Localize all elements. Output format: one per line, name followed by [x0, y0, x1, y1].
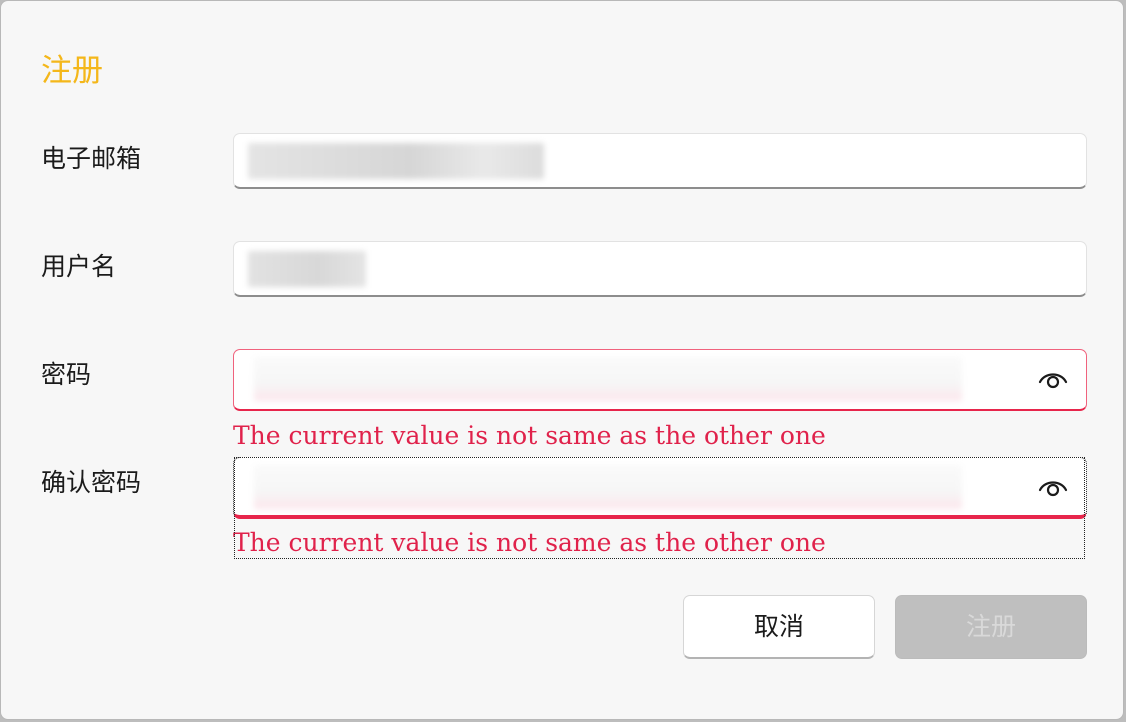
- password-value-masked: [254, 357, 962, 401]
- password-label: 密码: [41, 360, 92, 389]
- username-label: 用户名: [41, 252, 117, 281]
- username-value-redacted: [248, 251, 366, 287]
- confirm-password-field[interactable]: [233, 457, 1087, 519]
- eye-icon[interactable]: [1038, 368, 1068, 390]
- eye-icon[interactable]: [1038, 476, 1068, 498]
- confirm-password-label: 确认密码: [41, 468, 142, 497]
- confirm-password-value-masked: [254, 465, 962, 509]
- password-field[interactable]: [233, 349, 1087, 411]
- email-field[interactable]: [233, 133, 1087, 189]
- register-dialog: 注册 电子邮箱 用户名 密码 The current value is not …: [0, 0, 1124, 720]
- confirm-password-error-text: The current value is not same as the oth…: [233, 528, 826, 557]
- username-field[interactable]: [233, 241, 1087, 297]
- email-label: 电子邮箱: [41, 144, 142, 173]
- email-value-redacted: [248, 143, 544, 179]
- cancel-button[interactable]: 取消: [683, 595, 875, 659]
- password-error-text: The current value is not same as the oth…: [233, 421, 826, 450]
- register-button[interactable]: 注册: [895, 595, 1087, 659]
- dialog-title: 注册: [41, 53, 103, 89]
